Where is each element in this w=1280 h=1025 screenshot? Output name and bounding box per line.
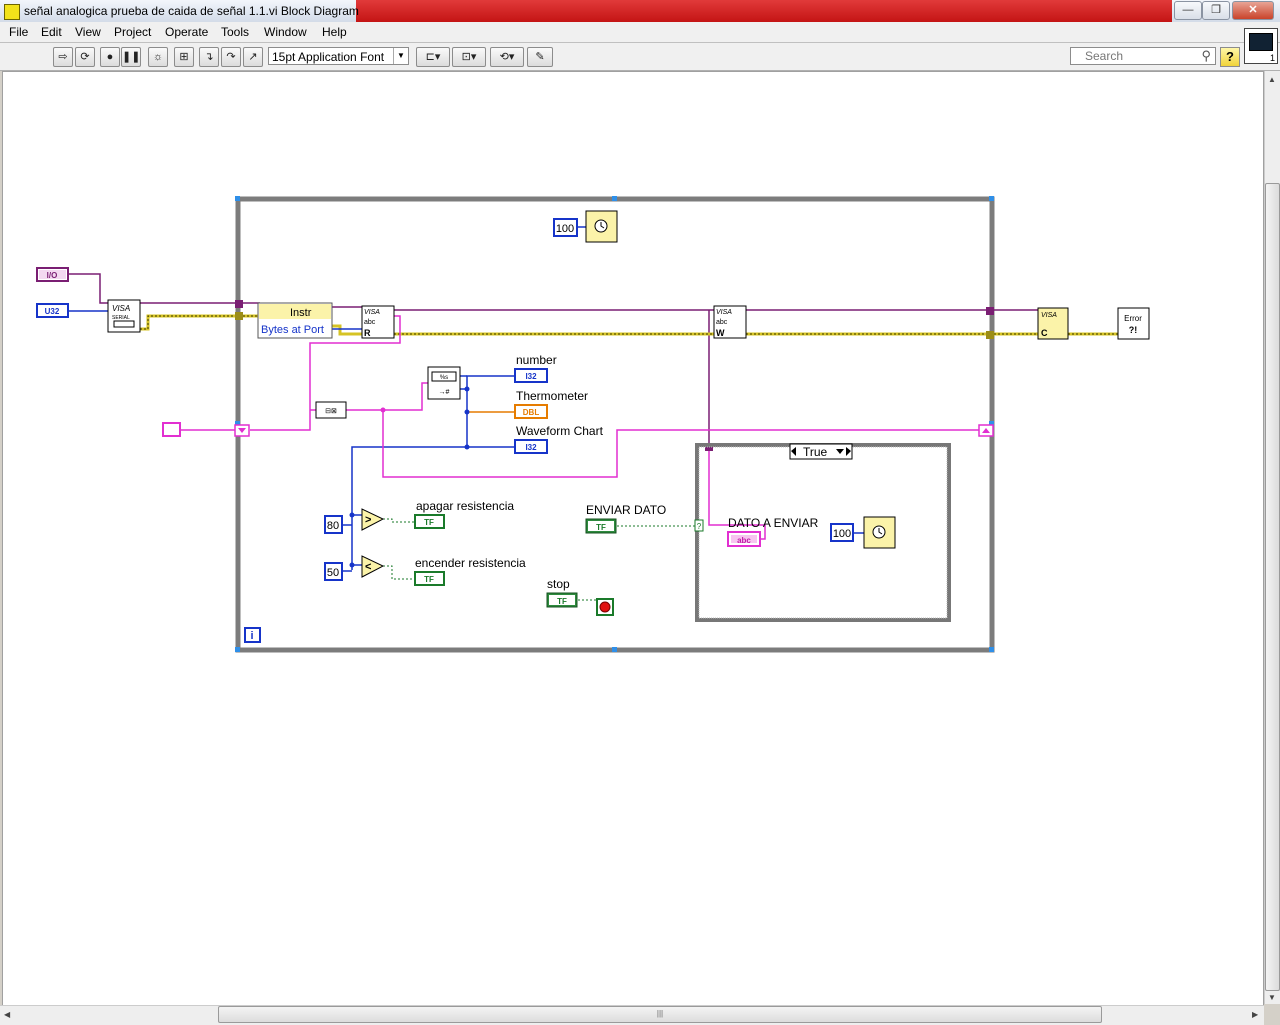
visa-close-node[interactable]: VISA C <box>1037 307 1069 340</box>
string-subset-node[interactable]: ⊟⊠ <box>315 401 347 419</box>
thermometer-label: Thermometer <box>516 389 588 403</box>
encender-type: TF <box>424 575 434 584</box>
visa-serial-title: VISA <box>112 304 130 313</box>
shift-register-left[interactable] <box>234 424 250 437</box>
iteration-terminal[interactable]: i <box>244 627 261 643</box>
stop-control[interactable]: stop TF <box>546 577 578 608</box>
visa-write-title: VISA <box>716 309 732 316</box>
visa-write-mode: W <box>716 328 725 338</box>
wait-ms-top[interactable]: 100 <box>553 210 618 243</box>
encender-resistencia-indicator[interactable]: encender resistencia TF <box>414 556 526 586</box>
apagar-label: apagar resistencia <box>416 499 514 513</box>
empty-string-constant[interactable] <box>162 422 181 437</box>
wait-case-constant: 100 <box>833 528 851 540</box>
dato-label: DATO A ENVIAR <box>728 516 819 530</box>
enviar-dato-control[interactable]: ENVIAR DATO TF <box>585 503 666 534</box>
apagar-type: TF <box>424 518 434 527</box>
thermometer-indicator[interactable]: Thermometer DBL <box>514 389 588 419</box>
less-than-symbol: < <box>365 561 371 573</box>
visa-close-mode: C <box>1041 328 1048 338</box>
encender-label: encender resistencia <box>415 556 526 570</box>
waveform-type: I32 <box>525 443 537 452</box>
constant-50-text: 50 <box>327 567 339 579</box>
thermometer-type: DBL <box>523 408 540 417</box>
case-selector-value: True <box>803 445 828 459</box>
dato-a-enviar-control[interactable]: DATO A ENVIAR abc <box>727 516 819 547</box>
horizontal-scroll-thumb[interactable]: ||| <box>218 1006 1102 1023</box>
svg-text:%s: %s <box>440 375 448 381</box>
wait-top-constant: 100 <box>556 223 574 235</box>
waveform-label: Waveform Chart <box>516 424 604 438</box>
stop-label: stop <box>547 577 570 591</box>
property-node-property: Bytes at Port <box>261 324 324 336</box>
loop-tunnels[interactable] <box>235 300 994 451</box>
greater-than-node[interactable]: > <box>361 508 385 531</box>
svg-text:?: ? <box>697 522 702 531</box>
error-handler-text: Error <box>1124 314 1142 323</box>
property-node[interactable]: Instr Bytes at Port <box>257 302 333 339</box>
visa-read-title: VISA <box>364 309 380 316</box>
case-selector[interactable]: True <box>789 443 853 460</box>
less-than-node[interactable]: < <box>361 555 385 578</box>
case-selector-terminal[interactable]: ? <box>694 519 704 532</box>
enviar-type: TF <box>596 523 606 532</box>
visa-write-abc: abc <box>716 319 728 326</box>
waveform-chart-indicator[interactable]: Waveform Chart I32 <box>514 424 604 454</box>
constant-50[interactable]: 50 <box>324 562 343 581</box>
scan-from-string-node[interactable]: %s →# <box>427 366 461 400</box>
loop-condition-terminal[interactable] <box>596 598 614 616</box>
svg-text:⊟⊠: ⊟⊠ <box>325 408 337 415</box>
loop-resize-handles[interactable] <box>235 196 994 652</box>
number-indicator[interactable]: number I32 <box>514 353 557 383</box>
visa-read-node[interactable]: VISA abc R <box>361 305 395 339</box>
scroll-down-icon[interactable]: ▼ <box>1268 993 1276 1002</box>
error-handler-node[interactable]: Error ?! <box>1117 307 1150 340</box>
block-diagram[interactable]: I/O U32 VISA SERIAL Instr Bytes at Port … <box>0 0 1280 1024</box>
constant-80-text: 80 <box>327 520 339 532</box>
number-type: I32 <box>525 372 537 381</box>
io-constant-text: I/O <box>47 271 58 280</box>
vertical-scroll-thumb[interactable] <box>1265 183 1280 991</box>
u32-constant-text: U32 <box>45 307 60 316</box>
stop-type: TF <box>557 597 567 606</box>
iteration-letter: i <box>250 630 253 642</box>
visa-serial-subtitle: SERIAL <box>112 315 130 321</box>
visa-close-title: VISA <box>1041 312 1057 319</box>
number-label: number <box>516 353 557 367</box>
scroll-up-icon[interactable]: ▲ <box>1268 75 1276 84</box>
scroll-left-icon[interactable]: ◀ <box>4 1010 10 1019</box>
enviar-label: ENVIAR DATO <box>586 503 666 517</box>
visa-read-mode: R <box>364 328 371 338</box>
dato-type: abc <box>737 536 751 545</box>
apagar-resistencia-indicator[interactable]: apagar resistencia TF <box>414 499 514 529</box>
constant-80[interactable]: 80 <box>324 515 343 534</box>
scroll-right-icon[interactable]: ▶ <box>1252 1010 1258 1019</box>
svg-text:?!: ?! <box>1129 325 1138 335</box>
greater-than-symbol: > <box>365 514 371 526</box>
visa-configure-serial-node[interactable]: VISA SERIAL <box>107 299 141 333</box>
visa-resource-constant[interactable]: I/O <box>36 267 69 282</box>
visa-read-abc: abc <box>364 319 376 326</box>
svg-text:→#: →# <box>439 389 450 396</box>
visa-write-node[interactable]: VISA abc W <box>713 305 747 339</box>
property-node-class: Instr <box>290 307 312 319</box>
while-loop-frame[interactable] <box>235 196 995 653</box>
baud-rate-constant[interactable]: U32 <box>36 303 69 318</box>
shift-register-right[interactable] <box>978 424 994 437</box>
